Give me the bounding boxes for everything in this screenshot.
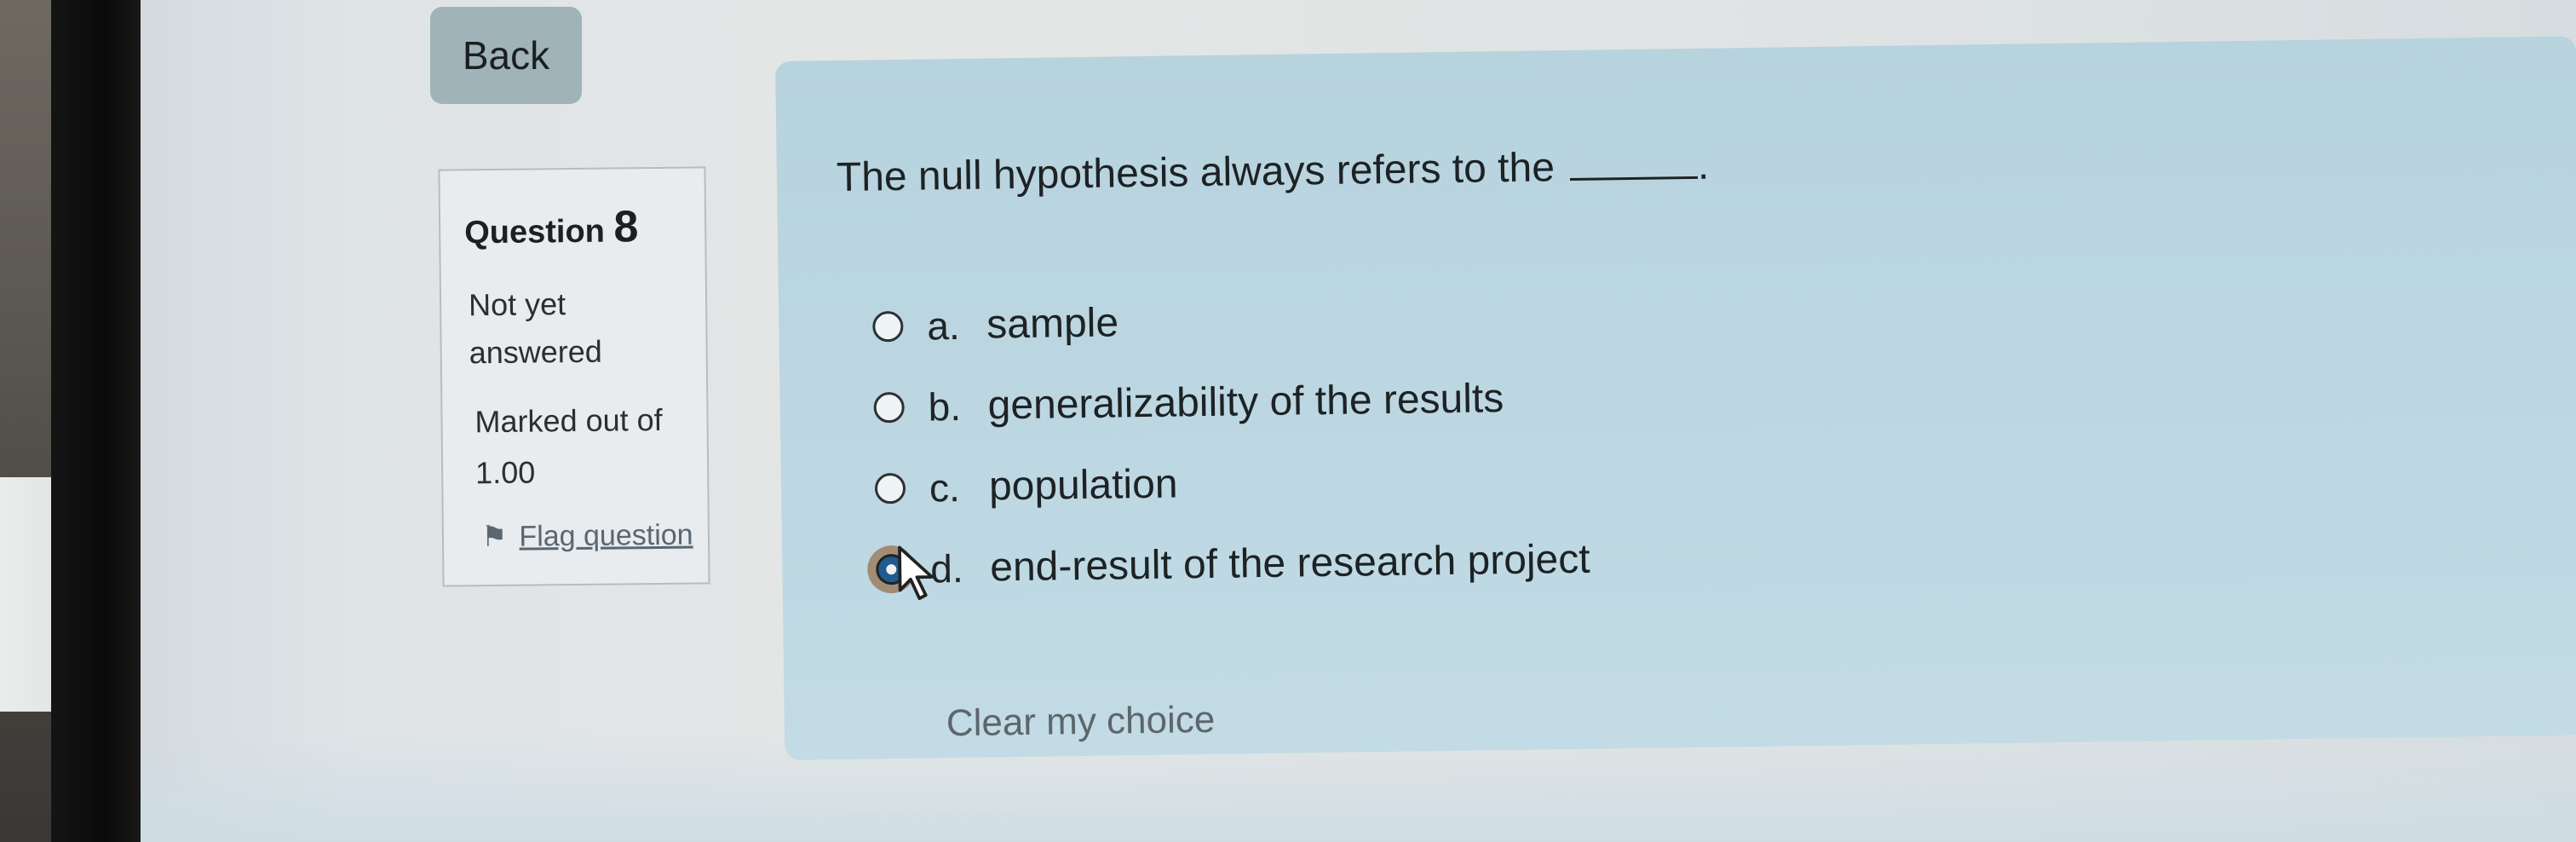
answer-status: Not yet answered — [468, 286, 602, 371]
marked-label: Marked out of — [474, 401, 663, 440]
back-button[interactable]: Back — [430, 7, 582, 104]
question-panel: The null hypothesis always refers to the… — [775, 36, 2576, 760]
answer-options: a. sample b. generalizability of the res… — [872, 276, 1591, 610]
question-info-panel: Question 8 Not yet answered Marked out o… — [438, 166, 710, 587]
marked-value: 1.00 — [474, 454, 536, 491]
option-c-text: population — [988, 461, 1178, 510]
marked-out-of: Marked out of 1.00 — [474, 395, 697, 499]
question-prompt: The null hypothesis always refers to the — [836, 145, 1555, 201]
flag-question-link[interactable]: ⚑ Flag question — [481, 518, 693, 555]
question-word: Question — [464, 213, 606, 251]
option-a[interactable]: a. sample — [872, 276, 1588, 367]
question-trailing: . — [1697, 142, 1710, 188]
question-number-label: Question 8 — [464, 201, 639, 254]
flag-icon: ⚑ — [480, 520, 508, 554]
option-b-letter: b. — [928, 384, 962, 430]
clear-choice-link[interactable]: Clear my choice — [946, 699, 1216, 745]
option-b-text: generalizability of the results — [987, 376, 1504, 429]
option-c-letter: c. — [929, 464, 961, 510]
option-d[interactable]: d. end-result of the research project — [876, 519, 1591, 610]
flag-question-label: Flag question — [519, 518, 693, 553]
answer-blank — [1570, 176, 1699, 181]
radio-c[interactable] — [874, 472, 906, 504]
option-a-letter: a. — [926, 303, 961, 349]
option-c[interactable]: c. population — [874, 438, 1590, 529]
option-d-text: end-result of the research project — [989, 536, 1590, 591]
quiz-screen: Back Question 8 Not yet answered Marked … — [141, 0, 2576, 842]
mouse-cursor-icon — [898, 545, 934, 601]
option-b[interactable]: b. generalizability of the results — [873, 357, 1589, 448]
radio-a[interactable] — [872, 310, 904, 342]
photo-stage: Back Question 8 Not yet answered Marked … — [0, 0, 2576, 842]
monitor-bezel — [51, 0, 145, 842]
radio-b[interactable] — [873, 391, 905, 423]
question-text: The null hypothesis always refers to the… — [837, 142, 1710, 201]
question-number: 8 — [613, 202, 639, 252]
option-a-text: sample — [986, 300, 1119, 348]
